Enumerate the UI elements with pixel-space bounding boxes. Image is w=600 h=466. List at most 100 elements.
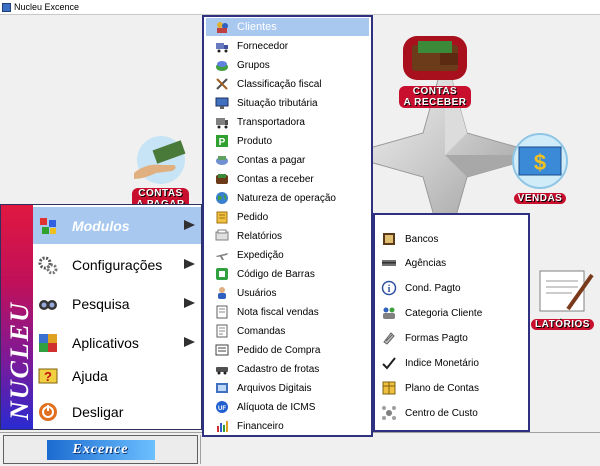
menu-item-modulos[interactable]: Modulos — [33, 207, 201, 244]
submenu-arrow-icon — [184, 259, 195, 269]
excence-logo: Excence — [46, 439, 155, 460]
menu-item-ajuda[interactable]: ? Ajuda — [33, 357, 201, 394]
shortcut-relatorios[interactable]: LATÓRIOS — [525, 265, 600, 330]
info-icon: i — [381, 280, 397, 296]
window-title: Nucleu Excence — [14, 2, 80, 12]
shortcut-caption: CONTAS A RECEBER — [399, 86, 471, 108]
globe-icon — [215, 191, 229, 205]
start-menu: NUCLEU Modulos Configurações Pesquisa Ap… — [0, 204, 202, 430]
submenu-item-indice-monetario[interactable]: Indice Monetário — [381, 352, 526, 374]
wallet-small-icon — [215, 172, 229, 186]
svg-text:i: i — [388, 284, 391, 295]
svg-text:P: P — [219, 137, 226, 148]
category-people-icon — [381, 305, 397, 321]
monitor-icon — [215, 96, 229, 110]
shortcut-caption: LATÓRIOS — [531, 319, 594, 330]
menu-item-desligar[interactable]: Desligar — [33, 393, 201, 430]
brand-band: NUCLEU — [1, 205, 34, 429]
dollar-envelope-icon: $ — [512, 133, 568, 189]
menu-item-pesquisa[interactable]: Pesquisa — [33, 285, 201, 322]
submenu-item-relatorios[interactable]: Relatórios — [206, 227, 369, 245]
purchase-order-icon — [215, 343, 229, 357]
submenu-item-centro-de-custo[interactable]: Centro de Custo — [381, 402, 526, 424]
accounts-plan-icon — [381, 380, 397, 396]
wallet-icon — [403, 36, 467, 80]
submenu-arrow-icon — [184, 220, 195, 230]
truck-icon — [215, 39, 229, 53]
submenu-item-aliquota-de-icms[interactable]: UF Alíquota de ICMS — [206, 398, 369, 416]
submenu-arrow-icon — [184, 298, 195, 308]
submenu-item-expedicao[interactable]: Expedição — [206, 246, 369, 264]
money-hand-icon — [133, 136, 185, 184]
tools-icon — [215, 77, 229, 91]
submenu-item-usuarios[interactable]: Usuários — [206, 284, 369, 302]
help-icon: ? — [38, 366, 58, 386]
submenu-item-contas-a-pagar[interactable]: Contas a pagar — [206, 151, 369, 169]
groups-icon — [215, 58, 229, 72]
user-icon — [215, 286, 229, 300]
submenu-item-pedido-de-compra[interactable]: Pedido de Compra — [206, 341, 369, 359]
submenu-item-grupos[interactable]: Grupos — [206, 56, 369, 74]
window-titlebar: Nucleu Excence — [0, 0, 600, 15]
submenu-arrow-icon — [184, 337, 195, 347]
blocks-icon — [38, 216, 58, 236]
taskbar: Excence — [0, 432, 600, 466]
shortcut-contas-a-pagar[interactable]: CONTASA PAGAR — [118, 135, 203, 210]
binoculars-icon — [38, 294, 58, 314]
submenu-item-formas-pagto[interactable]: Formas Pagto — [381, 327, 526, 349]
clients-icon — [215, 20, 229, 34]
submenu-item-clientes[interactable]: Clientes — [206, 18, 369, 36]
submenu-item-natureza-de-operacao[interactable]: Natureza de operação — [206, 189, 369, 207]
icms-badge-text: UF — [218, 406, 226, 412]
payment-icon — [215, 153, 229, 167]
bank-icon — [381, 231, 397, 247]
power-icon — [38, 402, 58, 422]
submenu-item-bancos[interactable]: Bancos — [381, 228, 526, 250]
delivery-truck-icon — [215, 115, 229, 129]
menu-item-label: Configurações — [72, 256, 163, 273]
submenu-item-categoria-cliente[interactable]: Categoria Cliente — [381, 302, 526, 324]
order-icon — [215, 210, 229, 224]
shortcut-caption: VENDAS — [513, 193, 567, 204]
submenu-item-codigo-de-barras[interactable]: Código de Barras — [206, 265, 369, 283]
menu-item-label: Aplicativos — [72, 334, 139, 351]
submenu-item-cadastro-de-frotas[interactable]: Cadastro de frotas — [206, 360, 369, 378]
command-sheet-icon — [215, 324, 229, 338]
menu-item-label: Modulos — [72, 217, 130, 234]
submenu-item-contas-a-receber[interactable]: Contas a receber — [206, 170, 369, 188]
submenu-item-cond-pagto[interactable]: i Cond. Pagto — [381, 277, 526, 299]
digital-files-icon — [215, 381, 229, 395]
svg-text:?: ? — [44, 369, 52, 384]
menu-item-aplicativos[interactable]: Aplicativos — [33, 324, 201, 361]
invoice-icon — [215, 305, 229, 319]
shortcut-vendas[interactable]: $ VENDAS — [500, 133, 580, 204]
submenu-item-nota-fiscal-vendas[interactable]: Nota fiscal vendas — [206, 303, 369, 321]
submenu-item-pedido[interactable]: Pedido — [206, 208, 369, 226]
submenu-item-situacao-tributaria[interactable]: Situação tributária — [206, 94, 369, 112]
submenu-item-fornecedor[interactable]: Fornecedor — [206, 37, 369, 55]
modulos-submenu: Clientes Fornecedor Grupos Classificação… — [202, 15, 373, 437]
product-icon: P — [215, 134, 229, 148]
app-icon — [2, 2, 11, 12]
fleet-icon — [215, 362, 229, 376]
submenu-item-classificacao-fiscal[interactable]: Classificação fiscal — [206, 75, 369, 93]
shortcut-contas-a-receber[interactable]: CONTAS A RECEBER — [395, 33, 475, 108]
gears-icon — [38, 255, 58, 275]
submenu-item-plano-de-contas[interactable]: Plano de Contas — [381, 377, 526, 399]
submenu-item-produto[interactable]: P Produto — [206, 132, 369, 150]
agency-card-icon — [381, 255, 397, 271]
submenu-item-arquivos-digitais[interactable]: Arquivos Digitais — [206, 379, 369, 397]
submenu-item-financeiro[interactable]: Financeiro — [206, 417, 369, 435]
start-button[interactable]: Excence — [3, 435, 198, 464]
financeiro-submenu: Bancos Agências i Cond. Pagto Categoria … — [373, 213, 530, 432]
svg-text:$: $ — [534, 150, 546, 175]
submenu-item-comandas[interactable]: Comandas — [206, 322, 369, 340]
document-pen-icon — [539, 270, 594, 312]
barcode-scanner-icon — [215, 267, 229, 281]
submenu-item-transportadora[interactable]: Transportadora — [206, 113, 369, 131]
icms-badge-icon: UF — [215, 400, 229, 414]
submenu-item-agencias[interactable]: Agências — [381, 252, 526, 274]
menu-item-configuracoes[interactable]: Configurações — [33, 246, 201, 283]
taskbar-divider — [200, 435, 201, 464]
report-icon — [215, 229, 229, 243]
